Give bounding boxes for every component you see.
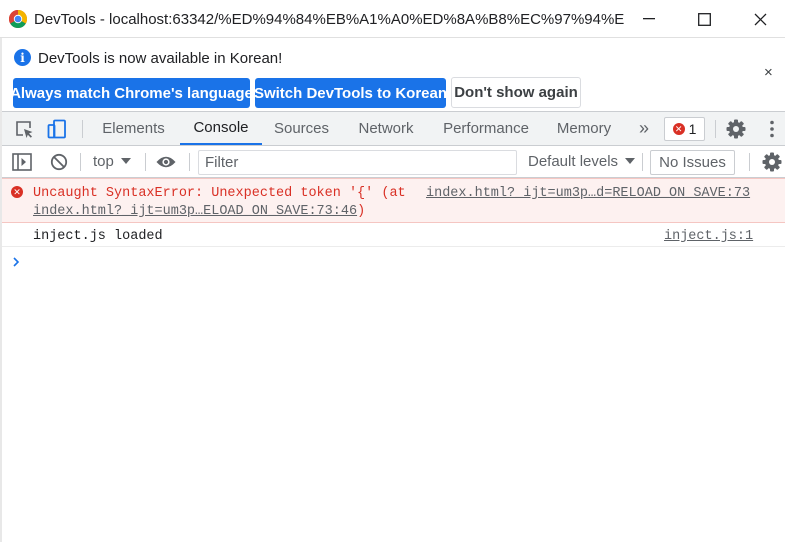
toolbar-divider xyxy=(82,120,83,138)
tab-console[interactable]: Console xyxy=(180,112,262,145)
maximize-button[interactable] xyxy=(693,8,715,30)
clear-console-icon xyxy=(50,153,68,171)
gear-icon xyxy=(762,152,782,172)
log-levels-label: Default levels xyxy=(528,153,619,170)
tab-sources[interactable]: Sources xyxy=(265,112,338,145)
log-text: inject.js loaded xyxy=(33,229,163,244)
log-levels-dropdown[interactable]: Default levels xyxy=(528,153,636,170)
settings-button[interactable] xyxy=(726,119,746,139)
more-options-button[interactable] xyxy=(762,119,782,139)
maximize-icon xyxy=(697,12,711,26)
toolbar-divider xyxy=(80,153,81,171)
error-count: 1 xyxy=(688,121,697,137)
minimize-button[interactable] xyxy=(638,8,660,30)
chrome-logo-icon xyxy=(9,10,27,28)
error-location-line: index.html?_ijt=um3p…ELOAD_ON_SAVE:73:46… xyxy=(33,204,365,219)
eye-icon xyxy=(156,156,176,168)
live-expression-button[interactable] xyxy=(156,152,176,172)
error-icon: ✕ xyxy=(672,123,685,135)
tab-performance[interactable]: Performance xyxy=(434,112,538,145)
dont-show-again-button[interactable]: Don't show again xyxy=(451,77,581,108)
console-error-message: ✕ Uncaught SyntaxError: Unexpected token… xyxy=(0,178,785,223)
more-tabs-chevron-icon[interactable]: » xyxy=(633,112,655,145)
error-location-suffix: ) xyxy=(357,204,366,219)
device-toggle-icon xyxy=(47,119,66,139)
error-icon: ✕ xyxy=(11,186,23,198)
minimize-icon xyxy=(643,18,655,20)
context-label: top xyxy=(93,153,114,170)
window-titlebar: DevTools - localhost:63342/%ED%94%84%EB%… xyxy=(0,0,785,38)
infobar-close-button[interactable]: × xyxy=(764,64,773,81)
context-selector[interactable]: top xyxy=(93,153,131,170)
tab-elements[interactable]: Elements xyxy=(91,112,176,145)
toolbar-divider xyxy=(715,120,716,138)
console-toolbar: top Default levels No Issues xyxy=(0,146,785,178)
toolbar-divider xyxy=(189,153,190,171)
window-title: DevTools - localhost:63342/%ED%94%84%EB%… xyxy=(34,11,624,28)
close-window-button[interactable] xyxy=(749,8,771,30)
filter-input[interactable] xyxy=(198,150,517,175)
infobar-message: DevTools is now available in Korean! xyxy=(38,50,283,67)
info-icon: i xyxy=(14,49,31,66)
error-source-link[interactable]: index.html?_ijt=um3p…d=RELOAD_ON_SAVE:73 xyxy=(426,186,750,201)
log-source-link[interactable]: inject.js:1 xyxy=(664,229,753,244)
window-left-border xyxy=(0,38,2,542)
chevron-down-icon xyxy=(120,158,131,164)
close-icon xyxy=(754,13,766,25)
kebab-menu-icon xyxy=(770,120,774,138)
toolbar-divider xyxy=(642,153,643,171)
error-text: Uncaught SyntaxError: Unexpected token '… xyxy=(33,186,406,201)
issues-button[interactable]: No Issues xyxy=(650,150,735,175)
inspect-element-icon xyxy=(15,120,32,138)
console-settings-button[interactable] xyxy=(762,152,782,172)
show-sidebar-button[interactable] xyxy=(12,152,32,172)
always-match-language-button[interactable]: Always match Chrome's language xyxy=(10,78,253,108)
switch-devtools-korean-button[interactable]: Switch DevTools to Korean xyxy=(254,78,447,108)
error-count-badge[interactable]: ✕ 1 xyxy=(664,117,705,141)
inspect-element-button[interactable] xyxy=(14,119,34,139)
tab-memory[interactable]: Memory xyxy=(547,112,621,145)
device-toolbar-button[interactable] xyxy=(47,119,67,139)
toolbar-divider xyxy=(749,153,750,171)
console-output: ✕ Uncaught SyntaxError: Unexpected token… xyxy=(0,178,785,542)
console-log-message: inject.js loaded inject.js:1 xyxy=(0,223,785,247)
toolbar-divider xyxy=(145,153,146,171)
clear-console-button[interactable] xyxy=(49,152,69,172)
gear-icon xyxy=(726,119,746,139)
chevron-down-icon xyxy=(625,158,636,164)
tab-network[interactable]: Network xyxy=(346,112,426,145)
devtools-tabbar: Elements Console Sources Network Perform… xyxy=(0,112,785,146)
sidebar-toggle-icon xyxy=(12,153,32,171)
error-location-link[interactable]: index.html?_ijt=um3p…ELOAD_ON_SAVE:73:46 xyxy=(33,204,357,219)
console-prompt-chevron-icon[interactable] xyxy=(10,255,24,269)
